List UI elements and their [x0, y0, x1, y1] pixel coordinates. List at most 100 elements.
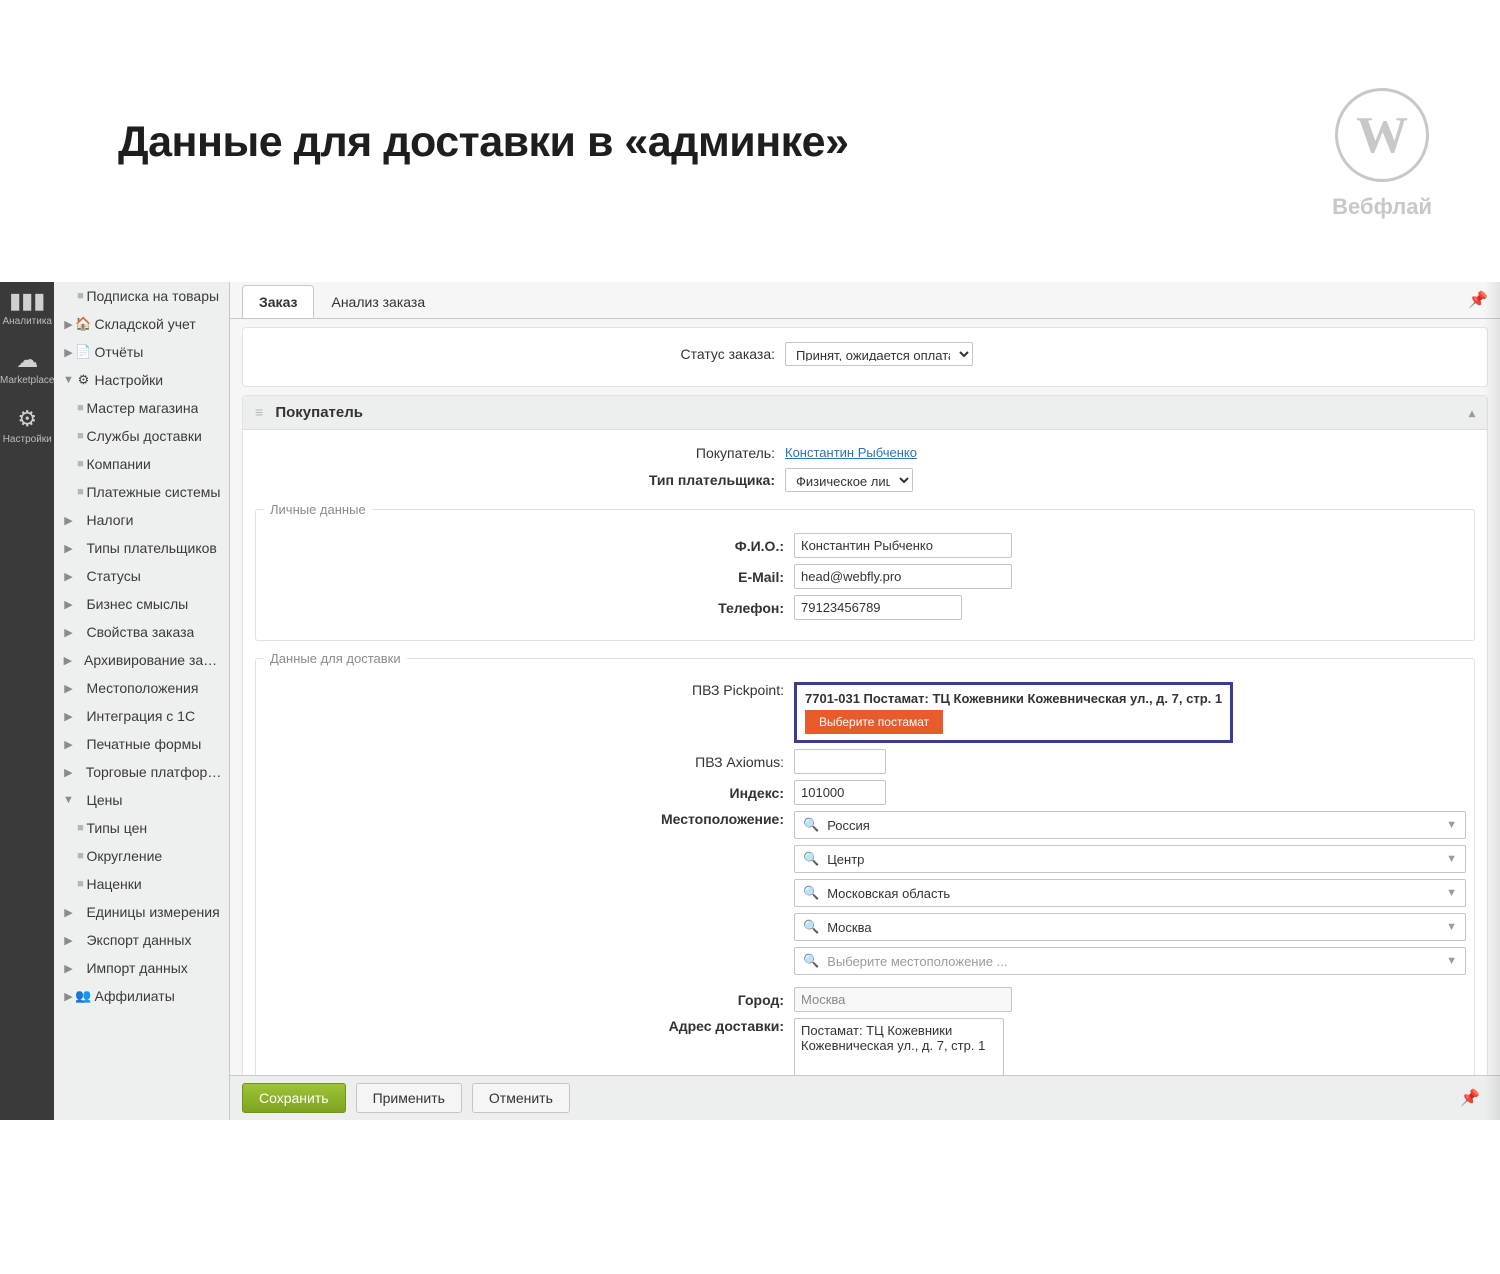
tree-item[interactable]: ▼⚙Настройки — [54, 366, 229, 394]
cloud-icon: ☁ — [0, 349, 54, 371]
users-icon: 👥 — [74, 988, 92, 1004]
tree-item[interactable]: ▶Единицы измерения — [54, 898, 229, 926]
tab[interactable]: Анализ заказа — [314, 285, 442, 318]
tree-item[interactable]: ■Мастер магазина — [54, 394, 229, 422]
tree-label: Компании — [86, 456, 150, 472]
payer-type-select[interactable]: Физическое лицо [1] — [785, 468, 913, 492]
fio-input[interactable] — [794, 533, 1012, 558]
tree-arrow-icon: ▶ — [62, 570, 74, 583]
location-select[interactable]: 🔍Центр▼ — [794, 845, 1466, 873]
tree-label: Типы цен — [86, 820, 147, 836]
tree-arrow-icon: ▶ — [62, 934, 74, 947]
address-textarea[interactable] — [794, 1018, 1004, 1075]
chevron-down-icon: ▼ — [1438, 921, 1465, 933]
panel-buyer: ≡ Покупатель ▴ Покупатель: Константин Ры… — [242, 395, 1488, 1075]
tree-label: Свойства заказа — [86, 624, 194, 640]
tree-item[interactable]: ▶Свойства заказа — [54, 618, 229, 646]
tree-item[interactable]: ▶Бизнес смыслы — [54, 590, 229, 618]
chevron-down-icon: ▼ — [1438, 819, 1465, 831]
chevron-down-icon: ▼ — [1438, 955, 1465, 967]
tree-item[interactable]: ▶Местоположения — [54, 674, 229, 702]
tree-arrow-icon: ▶ — [62, 990, 74, 1003]
email-input[interactable] — [794, 564, 1012, 589]
sidebar-tree[interactable]: ■Подписка на товары▶🏠Складской учет▶📄Отч… — [54, 282, 230, 1120]
tree-label: Импорт данных — [86, 960, 187, 976]
tree-label: Складской учет — [94, 316, 195, 332]
email-label: E-Mail: — [264, 569, 794, 585]
main-area: ЗаказАнализ заказа📌 Статус заказа: Приня… — [230, 282, 1500, 1120]
tree-label: Подписка на товары — [86, 288, 219, 304]
tree-item[interactable]: ▶Печатные формы — [54, 730, 229, 758]
rail-item-аналитика[interactable]: ▮▮▮Аналитика — [2, 290, 52, 327]
index-label: Индекс: — [264, 785, 794, 801]
action-footer: Сохранить Применить Отменить 📌 — [230, 1075, 1500, 1120]
tree-item[interactable]: ■Округление — [54, 842, 229, 870]
home-icon: 🏠 — [74, 316, 92, 332]
tree-item[interactable]: ■Платежные системы — [54, 478, 229, 506]
location-select[interactable]: 🔍Московская область▼ — [794, 879, 1466, 907]
save-button[interactable]: Сохранить — [242, 1083, 346, 1113]
phone-input[interactable] — [794, 595, 962, 620]
panel-buyer-header[interactable]: ≡ Покупатель ▴ — [243, 396, 1487, 430]
tree-item[interactable]: ■Службы доставки — [54, 422, 229, 450]
pin-icon[interactable]: 📌 — [1468, 290, 1488, 310]
panel-buyer-title: Покупатель — [275, 404, 363, 421]
rail-item-настройки[interactable]: ⚙Настройки — [3, 408, 52, 445]
tree-item[interactable]: ▶Налоги — [54, 506, 229, 534]
tree-item[interactable]: ▶ Импорт данных — [54, 954, 229, 982]
cancel-button[interactable]: Отменить — [472, 1083, 570, 1113]
location-select[interactable]: 🔍Выберите местоположение ...▼ — [794, 947, 1466, 975]
tree-item[interactable]: ■Подписка на товары — [54, 282, 229, 310]
tree-arrow-icon: ▶ — [62, 654, 73, 667]
tree-item[interactable]: ■Типы цен — [54, 814, 229, 842]
tree-item[interactable]: ▶Экспорт данных — [54, 926, 229, 954]
location-select[interactable]: 🔍Москва▼ — [794, 913, 1466, 941]
axiomus-input[interactable] — [794, 749, 886, 774]
payer-type-label: Тип плательщика: — [255, 472, 785, 488]
tree-item[interactable]: ■Наценки — [54, 870, 229, 898]
tree-label: Единицы измерения — [86, 904, 219, 920]
city-input[interactable] — [794, 987, 1012, 1012]
tree-arrow-icon: ▶ — [62, 962, 74, 975]
tree-label: Мастер магазина — [86, 400, 198, 416]
doc-icon: 📄 — [74, 344, 92, 360]
tree-bullet-icon: ■ — [74, 402, 86, 414]
collapse-icon[interactable]: ▴ — [1469, 406, 1475, 420]
axiomus-label: ПВЗ Axiomus: — [264, 754, 794, 770]
tree-item[interactable]: ▶📄Отчёты — [54, 338, 229, 366]
tree-item[interactable]: ■Компании — [54, 450, 229, 478]
tree-item[interactable]: ▼Цены — [54, 786, 229, 814]
pickpoint-highlight: 7701-031 Постамат: ТЦ Кожевники Кожевнич… — [794, 682, 1233, 743]
tree-label: Наценки — [86, 876, 141, 892]
order-status-select[interactable]: Принят, ожидается оплата — [785, 342, 973, 366]
tree-arrow-icon: ▼ — [62, 374, 74, 386]
location-select[interactable]: 🔍Россия▼ — [794, 811, 1466, 839]
location-value: Россия — [827, 818, 1438, 833]
tab[interactable]: Заказ — [242, 285, 314, 318]
tree-item[interactable]: ▶Статусы — [54, 562, 229, 590]
tree-item[interactable]: ▶Архивирование заказов — [54, 646, 229, 674]
tree-bullet-icon: ■ — [74, 486, 86, 498]
drag-handle-icon[interactable]: ≡ — [255, 404, 263, 420]
buyer-name-link[interactable]: Константин Рыбченко — [785, 445, 917, 460]
index-input[interactable] — [794, 780, 886, 805]
tree-label: Типы плательщиков — [86, 540, 216, 556]
pin-footer-icon[interactable]: 📌 — [1460, 1088, 1480, 1108]
tree-bullet-icon: ■ — [74, 290, 86, 302]
tree-item[interactable]: ▶👥Аффилиаты — [54, 982, 229, 1010]
tree-item[interactable]: ▶ Типы плательщиков — [54, 534, 229, 562]
tree-item[interactable]: ▶Торговые платформы — [54, 758, 229, 786]
tree-label: Платежные системы — [86, 484, 220, 500]
choose-postamat-button[interactable]: Выберите постамат — [805, 710, 943, 734]
tree-item[interactable]: ▶🏠Складской учет — [54, 310, 229, 338]
chevron-down-icon: ▼ — [1438, 853, 1465, 865]
rail-label: Аналитика — [2, 316, 52, 327]
apply-button[interactable]: Применить — [356, 1083, 462, 1113]
tree-bullet-icon: ■ — [74, 430, 86, 442]
tree-label: Настройки — [94, 372, 163, 388]
tree-item[interactable]: ▶Интеграция с 1С — [54, 702, 229, 730]
tree-arrow-icon: ▶ — [62, 542, 74, 555]
rail-item-marketplace[interactable]: ☁Marketplace — [0, 349, 54, 386]
tree-arrow-icon: ▶ — [62, 514, 74, 527]
delivery-legend: Данные для доставки — [264, 651, 407, 666]
